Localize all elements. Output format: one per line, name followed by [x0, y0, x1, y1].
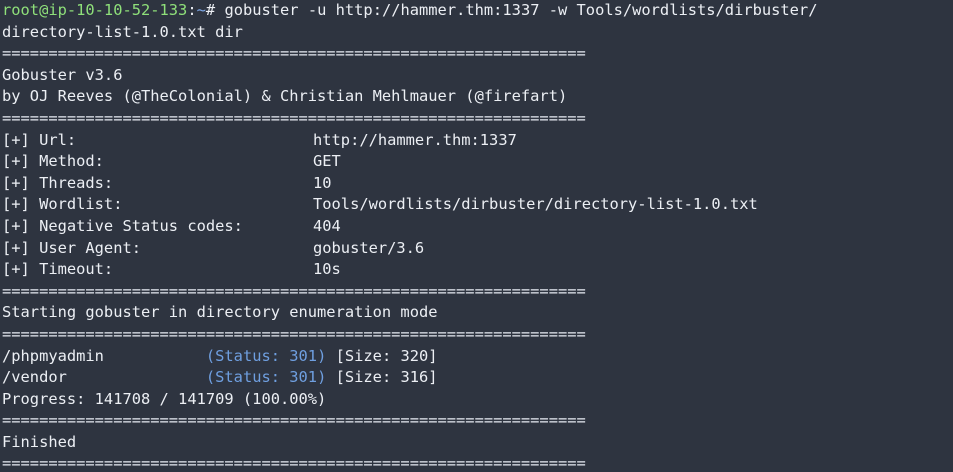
config-key: [+] User Agent: — [2, 238, 141, 257]
config-row-method: [+] Method: GET — [2, 151, 953, 173]
config-key: [+] Wordlist: — [2, 195, 123, 214]
command-text: gobuster -u http://hammer.thm:1337 -w To… — [215, 1, 818, 19]
prompt-symbol: # — [205, 1, 216, 19]
result-row: /vendor (Status: 301) [Size: 316] — [2, 367, 953, 389]
command-prompt-line: root@ip-10-10-52-133:~# gobuster -u http… — [2, 0, 953, 22]
config-row-threads: [+] Threads: 10 — [2, 173, 953, 195]
separator-line: ========================================… — [2, 411, 586, 430]
banner-version: Gobuster v3.6 — [2, 65, 123, 84]
finished-message: Finished — [2, 432, 77, 451]
start-message: Starting gobuster in directory enumerati… — [2, 303, 438, 322]
config-value: 10 — [313, 173, 332, 192]
result-status: (Status: 301) — [205, 368, 327, 387]
result-padding — [104, 347, 206, 365]
config-key: [+] Method: — [2, 152, 104, 171]
command-continuation-line: directory-list-1.0.txt dir — [2, 22, 243, 41]
separator-line: ========================================… — [2, 44, 586, 63]
terminal-window[interactable]: root@ip-10-10-52-133:~# gobuster -u http… — [0, 0, 953, 472]
prompt-user-host: root@ip-10-10-52-133 — [2, 1, 188, 19]
result-row: /phpmyadmin (Status: 301) [Size: 320] — [2, 346, 953, 368]
result-path: /vendor — [2, 368, 67, 387]
config-row-negative-status: [+] Negative Status codes: 404 — [2, 216, 953, 238]
config-value: GET — [313, 152, 341, 171]
config-key: [+] Timeout: — [2, 260, 114, 279]
config-key: [+] Negative Status codes: — [2, 216, 243, 235]
banner-authors: by OJ Reeves (@TheColonial) & Christian … — [2, 87, 568, 106]
config-row-user-agent: [+] User Agent: gobuster/3.6 — [2, 238, 953, 260]
result-size: [Size: 316] — [326, 368, 438, 387]
config-row-timeout: [+] Timeout: 10s — [2, 259, 953, 281]
config-value: 10s — [313, 260, 341, 279]
config-value: http://hammer.thm:1337 — [313, 130, 517, 149]
config-row-url: [+] Url: http://hammer.thm:1337 — [2, 130, 953, 152]
prompt-path: ~ — [196, 1, 206, 19]
config-value: gobuster/3.6 — [313, 238, 425, 257]
separator-line: ========================================… — [2, 324, 586, 343]
progress-line: Progress: 141708 / 141709 (100.00%) — [2, 389, 327, 408]
separator-line: ========================================… — [2, 454, 586, 472]
config-value: 404 — [313, 216, 341, 235]
result-status: (Status: 301) — [205, 346, 327, 365]
separator-line: ========================================… — [2, 108, 586, 127]
config-key: [+] Url: — [2, 130, 77, 149]
config-value: Tools/wordlists/dirbuster/directory-list… — [313, 195, 758, 214]
separator-line: ========================================… — [2, 281, 586, 300]
config-key: [+] Threads: — [2, 173, 114, 192]
config-row-wordlist: [+] Wordlist: Tools/wordlists/dirbuster/d… — [2, 194, 953, 216]
result-path: /phpmyadmin — [2, 346, 104, 365]
result-padding — [67, 368, 206, 386]
prompt-colon: : — [187, 1, 197, 19]
result-size: [Size: 320] — [326, 346, 438, 365]
